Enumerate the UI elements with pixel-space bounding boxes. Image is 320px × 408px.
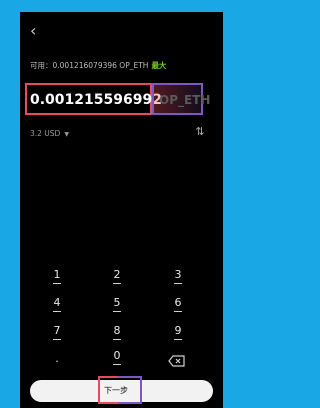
max-button[interactable]: 最大 [151,61,166,70]
key-8[interactable]: 8 [102,322,132,340]
fiat-value: 3.2 USD [30,129,61,138]
phone-screen: ‹ 可用：0.001216079396 OP_ETH 最大 0.001215596… [20,12,223,408]
backspace-icon[interactable] [168,352,186,367]
available-balance: 可用：0.001216079396 OP_ETH 最大 [30,61,166,71]
next-step-label: 下一步 [104,386,128,395]
key-9[interactable]: 9 [163,322,193,340]
available-balance-text: 可用：0.001216079396 OP_ETH [30,61,149,70]
key-6[interactable]: 6 [163,294,193,312]
key-5[interactable]: 5 [102,294,132,312]
key-0[interactable]: 0 [102,347,132,365]
key-3[interactable]: 3 [163,266,193,284]
amount-input[interactable]: 0.001215596992 [30,92,162,108]
amount-unit: OP_ETH [159,93,211,107]
key-2[interactable]: 2 [102,266,132,284]
key-1[interactable]: 1 [42,266,72,284]
swap-icon[interactable]: ⇅ [194,126,206,138]
back-icon[interactable]: ‹ [30,22,46,40]
key-4[interactable]: 4 [42,294,72,312]
key-dot[interactable]: . [42,350,72,368]
key-7[interactable]: 7 [42,322,72,340]
caret-down-icon: ▼ [64,130,69,138]
fiat-selector[interactable]: 3.2 USD ▼ [30,129,69,138]
